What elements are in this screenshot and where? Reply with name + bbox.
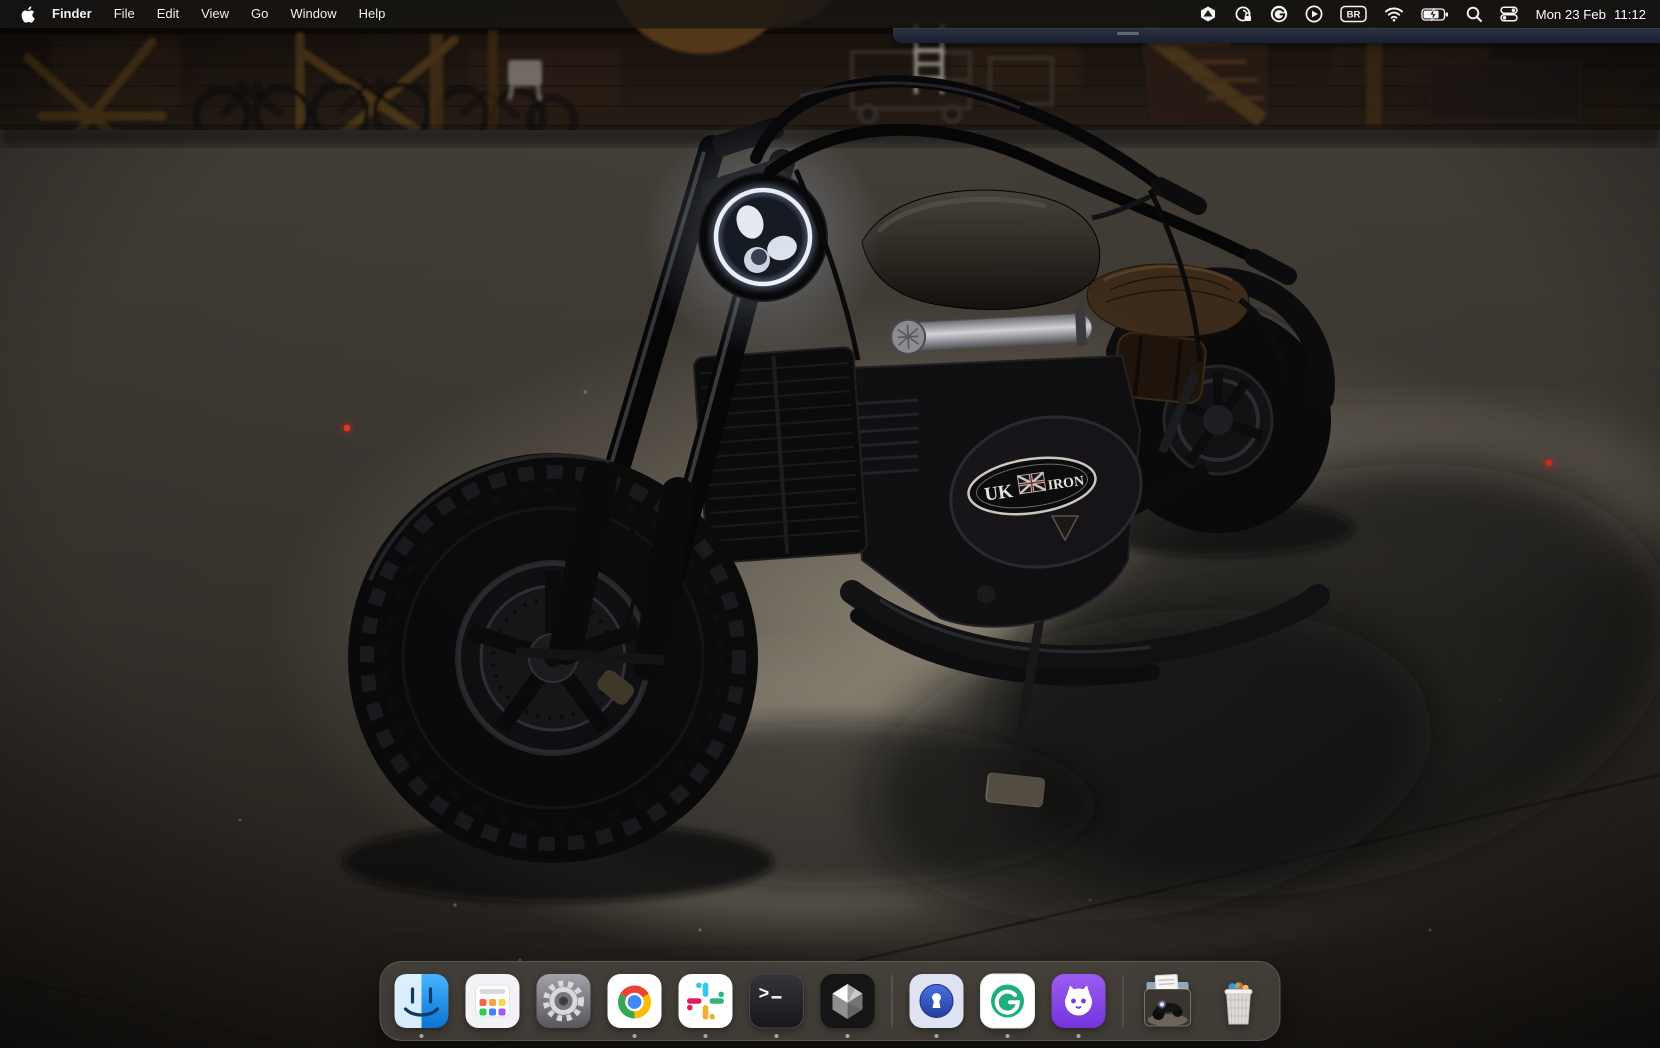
running-indicator <box>775 1034 779 1038</box>
dock-item-github-desktop[interactable] <box>1050 972 1108 1030</box>
finder-icon <box>393 972 451 1030</box>
dock-item-chrome[interactable] <box>606 972 664 1030</box>
grammarly-icon-dock <box>979 972 1037 1030</box>
dock-item-grammarly[interactable] <box>979 972 1037 1030</box>
system-settings-icon <box>535 972 593 1030</box>
grammarly-icon[interactable] <box>1270 5 1288 23</box>
menu-bar: Finder File Edit View Go Window Help <box>0 0 1660 28</box>
menu-bar-clock[interactable]: Mon 23 Feb 11:12 <box>1536 7 1646 22</box>
downloads-stack-icon <box>1139 972 1197 1030</box>
menu-file[interactable]: File <box>103 0 146 28</box>
input-source-badge[interactable]: BR <box>1340 5 1367 23</box>
clock-time: 11:12 <box>1614 7 1646 22</box>
menu-go[interactable]: Go <box>240 0 279 28</box>
menu-window[interactable]: Window <box>279 0 347 28</box>
github-icon <box>1050 972 1108 1030</box>
dock-item-slack[interactable] <box>677 972 735 1030</box>
battery-charging-icon[interactable] <box>1421 7 1449 22</box>
control-center-icon[interactable] <box>1500 6 1518 22</box>
dock-item-1password[interactable] <box>908 972 966 1030</box>
dock-item-launchpad[interactable] <box>464 972 522 1030</box>
wifi-icon[interactable] <box>1384 6 1404 22</box>
clock-date: Mon 23 Feb <box>1536 7 1606 22</box>
chrome-icon <box>606 972 664 1030</box>
trash-full-icon <box>1210 972 1268 1030</box>
app-menus: Finder File Edit View Go Window Help <box>41 0 396 28</box>
launchpad-icon <box>464 972 522 1030</box>
svg-text:BR: BR <box>1346 10 1360 21</box>
dock-item-terminal[interactable]: > <box>748 972 806 1030</box>
window-tab-handle <box>1117 32 1139 35</box>
apple-logo-icon <box>20 6 35 23</box>
1password-icon <box>908 972 966 1030</box>
running-indicator <box>846 1034 850 1038</box>
desktop: UK IRON <box>0 0 1660 1048</box>
terminal-icon: > <box>748 972 806 1030</box>
running-indicator <box>935 1034 939 1038</box>
menu-edit[interactable]: Edit <box>146 0 190 28</box>
dock-item-cube-3d-app[interactable] <box>819 972 877 1030</box>
dock: > <box>380 961 1281 1041</box>
lock-circle-icon[interactable] <box>1234 5 1253 24</box>
running-indicator <box>1077 1034 1081 1038</box>
running-indicator <box>420 1034 424 1038</box>
running-indicator <box>633 1034 637 1038</box>
hidden-window-edge[interactable] <box>893 28 1660 43</box>
menu-finder[interactable]: Finder <box>41 0 103 28</box>
play-icon[interactable] <box>1305 5 1323 23</box>
dock-item-finder[interactable] <box>393 972 451 1030</box>
menu-view[interactable]: View <box>190 0 240 28</box>
dock-divider <box>892 975 893 1027</box>
dock-divider <box>1123 975 1124 1027</box>
cube-3d-icon <box>819 972 877 1030</box>
dock-item-system-settings[interactable] <box>535 972 593 1030</box>
dock-item-trash[interactable] <box>1210 972 1268 1030</box>
status-menu-items: BR <box>1182 5 1646 24</box>
svg-text:>: > <box>759 985 770 1005</box>
spotlight-icon[interactable] <box>1466 6 1483 23</box>
apple-menu[interactable] <box>20 6 35 23</box>
running-indicator <box>1006 1034 1010 1038</box>
running-indicator <box>704 1034 708 1038</box>
dock-item-downloads-stack[interactable] <box>1139 972 1197 1030</box>
menu-help[interactable]: Help <box>348 0 397 28</box>
slack-icon <box>677 972 735 1030</box>
wallpaper-motorcycle-photo: UK IRON <box>0 0 1660 1048</box>
cube-app-icon[interactable] <box>1199 5 1217 23</box>
